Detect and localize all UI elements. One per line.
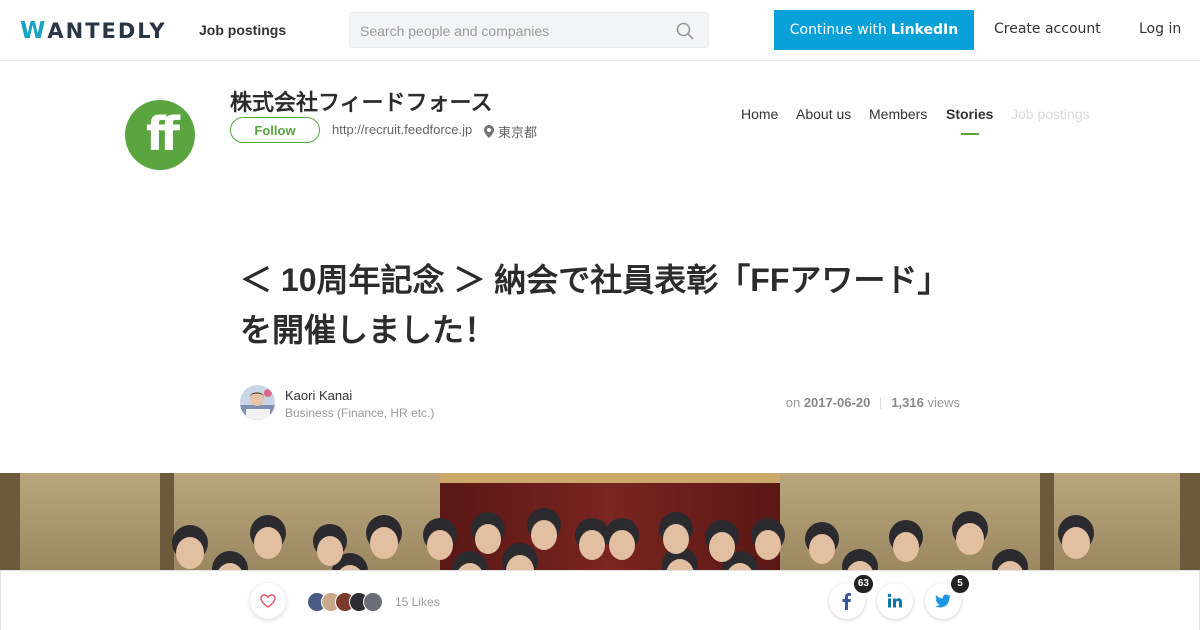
heart-icon: [260, 594, 276, 608]
follow-button[interactable]: Follow: [230, 117, 320, 143]
liker-avatars[interactable]: [307, 592, 387, 612]
company-location: 東京都: [484, 122, 537, 141]
facebook-share-count: 63: [853, 575, 873, 593]
tab-stories[interactable]: Stories: [946, 106, 993, 122]
linkedin-share-button[interactable]: [877, 583, 913, 619]
company-url-link[interactable]: http://recruit.feedforce.jp: [332, 122, 472, 137]
twitter-icon: [935, 594, 951, 608]
facebook-share-button[interactable]: 63: [829, 575, 873, 619]
continue-with-linkedin-button[interactable]: Continue with LinkedIn: [774, 10, 974, 50]
facebook-icon: [842, 593, 851, 610]
tab-job-postings: Job postings: [1011, 106, 1090, 122]
linkedin-button-brand: LinkedIn: [890, 22, 959, 38]
search-icon[interactable]: [676, 22, 694, 40]
nav-job-postings[interactable]: Job postings: [199, 22, 286, 38]
like-button[interactable]: [250, 583, 286, 619]
publish-date: 2017-06-20: [803, 395, 871, 410]
wantedly-logo[interactable]: WANTEDLY: [20, 18, 167, 44]
views-label: views: [927, 395, 960, 410]
author-name[interactable]: Kaori Kanai: [285, 388, 352, 403]
login-link[interactable]: Log in: [1139, 21, 1181, 37]
company-ff-logo-icon: ff: [146, 107, 187, 161]
author-role: Business (Finance, HR etc.): [285, 406, 435, 420]
page: WANTEDLY Job postings Continue withLinke…: [0, 0, 1200, 630]
likes-count[interactable]: 15 Likes: [395, 595, 440, 609]
linkedin-button-prefix: Continue with: [789, 22, 887, 38]
map-pin-icon: [484, 125, 494, 138]
tab-about-us[interactable]: About us: [796, 106, 851, 122]
article-title: ＜ 10周年記念 ＞ 納会で社員表彰「FFアワード」を開催しました！: [240, 262, 934, 348]
active-tab-indicator: [961, 133, 979, 135]
author-avatar[interactable]: [240, 385, 275, 420]
create-account-link[interactable]: Create account: [994, 21, 1101, 37]
svg-text:ff: ff: [146, 107, 181, 161]
top-header: WANTEDLY Job postings Continue withLinke…: [0, 0, 1200, 61]
tab-home[interactable]: Home: [741, 106, 778, 122]
meta-divider: [880, 396, 882, 409]
article-meta: on 2017-06-20 1,316 views: [786, 395, 960, 410]
linkedin-icon: [887, 593, 902, 608]
search-input[interactable]: [360, 21, 660, 41]
liker-avatar[interactable]: [363, 592, 383, 612]
search-box[interactable]: [349, 12, 709, 48]
twitter-share-button[interactable]: 5: [925, 575, 969, 619]
twitter-share-count: 5: [951, 575, 969, 593]
bottom-action-bar: 15 Likes 63 5: [0, 570, 1200, 630]
tab-members[interactable]: Members: [869, 106, 927, 122]
company-location-text: 東京都: [498, 125, 538, 140]
company-name[interactable]: 株式会社フィードフォース: [230, 85, 492, 117]
date-prefix: on: [785, 395, 801, 410]
company-logo[interactable]: ff: [125, 100, 195, 170]
view-count: 1,316: [891, 395, 924, 410]
